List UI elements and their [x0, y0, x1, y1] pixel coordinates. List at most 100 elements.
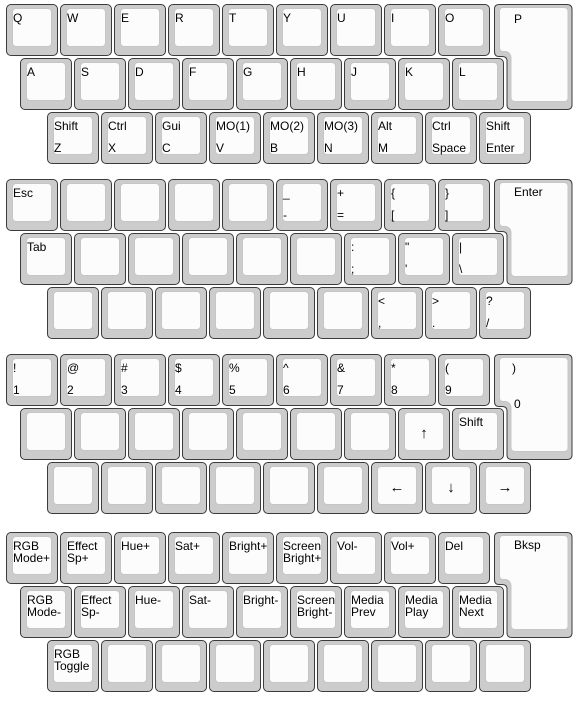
- key[interactable]: [168, 179, 220, 231]
- key[interactable]: _ -: [276, 179, 328, 231]
- key[interactable]: Y: [276, 4, 328, 56]
- key[interactable]: [263, 287, 315, 339]
- key[interactable]: [101, 640, 153, 692]
- key[interactable]: MO(2) B: [263, 112, 315, 164]
- key[interactable]: <,: [371, 287, 423, 339]
- key[interactable]: [317, 462, 369, 514]
- key[interactable]: [74, 408, 126, 460]
- key[interactable]: Bright+: [222, 532, 274, 584]
- key[interactable]: Del: [438, 532, 490, 584]
- key[interactable]: ? /: [479, 287, 531, 339]
- tall-key[interactable]: Bksp: [494, 532, 573, 638]
- key[interactable]: [263, 640, 315, 692]
- key[interactable]: U: [330, 4, 382, 56]
- key[interactable]: $4: [168, 354, 220, 406]
- key[interactable]: [479, 640, 531, 692]
- key[interactable]: (9: [438, 354, 490, 406]
- key[interactable]: [371, 640, 423, 692]
- key[interactable]: + =: [330, 179, 382, 231]
- key[interactable]: {[: [384, 179, 436, 231]
- key[interactable]: Media Play: [398, 586, 450, 638]
- key[interactable]: [101, 287, 153, 339]
- key[interactable]: % 5: [222, 354, 274, 406]
- key[interactable]: Effect Sp-: [74, 586, 126, 638]
- tall-key[interactable]: P: [494, 4, 573, 110]
- key[interactable]: Q: [6, 4, 58, 56]
- key[interactable]: Vol-: [330, 532, 382, 584]
- key[interactable]: D: [128, 58, 180, 110]
- key[interactable]: Screen Bright-: [290, 586, 342, 638]
- key[interactable]: [114, 179, 166, 231]
- key[interactable]: [425, 640, 477, 692]
- tall-key[interactable]: Enter: [494, 179, 573, 285]
- key[interactable]: [128, 233, 180, 285]
- key[interactable]: J: [344, 58, 396, 110]
- key[interactable]: ←: [371, 462, 423, 514]
- key[interactable]: " ': [398, 233, 450, 285]
- key[interactable]: [47, 462, 99, 514]
- key[interactable]: [128, 408, 180, 460]
- key[interactable]: [155, 462, 207, 514]
- key[interactable]: [317, 640, 369, 692]
- key[interactable]: Tab: [20, 233, 72, 285]
- key[interactable]: [236, 408, 288, 460]
- key[interactable]: G: [236, 58, 288, 110]
- key[interactable]: K: [398, 58, 450, 110]
- key[interactable]: A: [20, 58, 72, 110]
- key[interactable]: [290, 233, 342, 285]
- key[interactable]: [155, 640, 207, 692]
- key[interactable]: :;: [344, 233, 396, 285]
- key[interactable]: →: [479, 462, 531, 514]
- key[interactable]: [182, 408, 234, 460]
- key[interactable]: Shift Z: [47, 112, 99, 164]
- key[interactable]: Alt M: [371, 112, 423, 164]
- key[interactable]: Gui C: [155, 112, 207, 164]
- key[interactable]: MO(1) V: [209, 112, 261, 164]
- key[interactable]: [263, 462, 315, 514]
- key[interactable]: O: [438, 4, 490, 56]
- key[interactable]: [209, 640, 261, 692]
- key[interactable]: ! 1: [6, 354, 58, 406]
- key[interactable]: E: [114, 4, 166, 56]
- tall-key[interactable]: ) 0: [494, 354, 573, 460]
- key[interactable]: * 8: [384, 354, 436, 406]
- key[interactable]: Ctrl Space: [425, 112, 477, 164]
- key[interactable]: }]: [438, 179, 490, 231]
- key[interactable]: [20, 408, 72, 460]
- key[interactable]: MO(3) N: [317, 112, 369, 164]
- key[interactable]: Shift Enter: [479, 112, 531, 164]
- key[interactable]: F: [182, 58, 234, 110]
- key[interactable]: [209, 462, 261, 514]
- key[interactable]: [290, 408, 342, 460]
- key[interactable]: @2: [60, 354, 112, 406]
- key[interactable]: Esc: [6, 179, 58, 231]
- key[interactable]: RGB Mode-: [20, 586, 72, 638]
- key[interactable]: [344, 408, 396, 460]
- key[interactable]: W: [60, 4, 112, 56]
- key[interactable]: I: [384, 4, 436, 56]
- key[interactable]: ^ 6: [276, 354, 328, 406]
- key[interactable]: [222, 179, 274, 231]
- key[interactable]: Sat-: [182, 586, 234, 638]
- key[interactable]: ↓: [425, 462, 477, 514]
- key[interactable]: [236, 233, 288, 285]
- key[interactable]: [74, 233, 126, 285]
- key[interactable]: Ctrl X: [101, 112, 153, 164]
- key[interactable]: [60, 179, 112, 231]
- key[interactable]: S: [74, 58, 126, 110]
- key[interactable]: [182, 233, 234, 285]
- key[interactable]: Hue+: [114, 532, 166, 584]
- key[interactable]: & 7: [330, 354, 382, 406]
- key[interactable]: RGB Mode+: [6, 532, 58, 584]
- key[interactable]: T: [222, 4, 274, 56]
- key[interactable]: Bright-: [236, 586, 288, 638]
- key[interactable]: [317, 287, 369, 339]
- key[interactable]: R: [168, 4, 220, 56]
- key[interactable]: Vol+: [384, 532, 436, 584]
- key[interactable]: RGB Toggle: [47, 640, 99, 692]
- key[interactable]: Sat+: [168, 532, 220, 584]
- key[interactable]: H: [290, 58, 342, 110]
- key[interactable]: [101, 462, 153, 514]
- key[interactable]: [47, 287, 99, 339]
- key[interactable]: #3: [114, 354, 166, 406]
